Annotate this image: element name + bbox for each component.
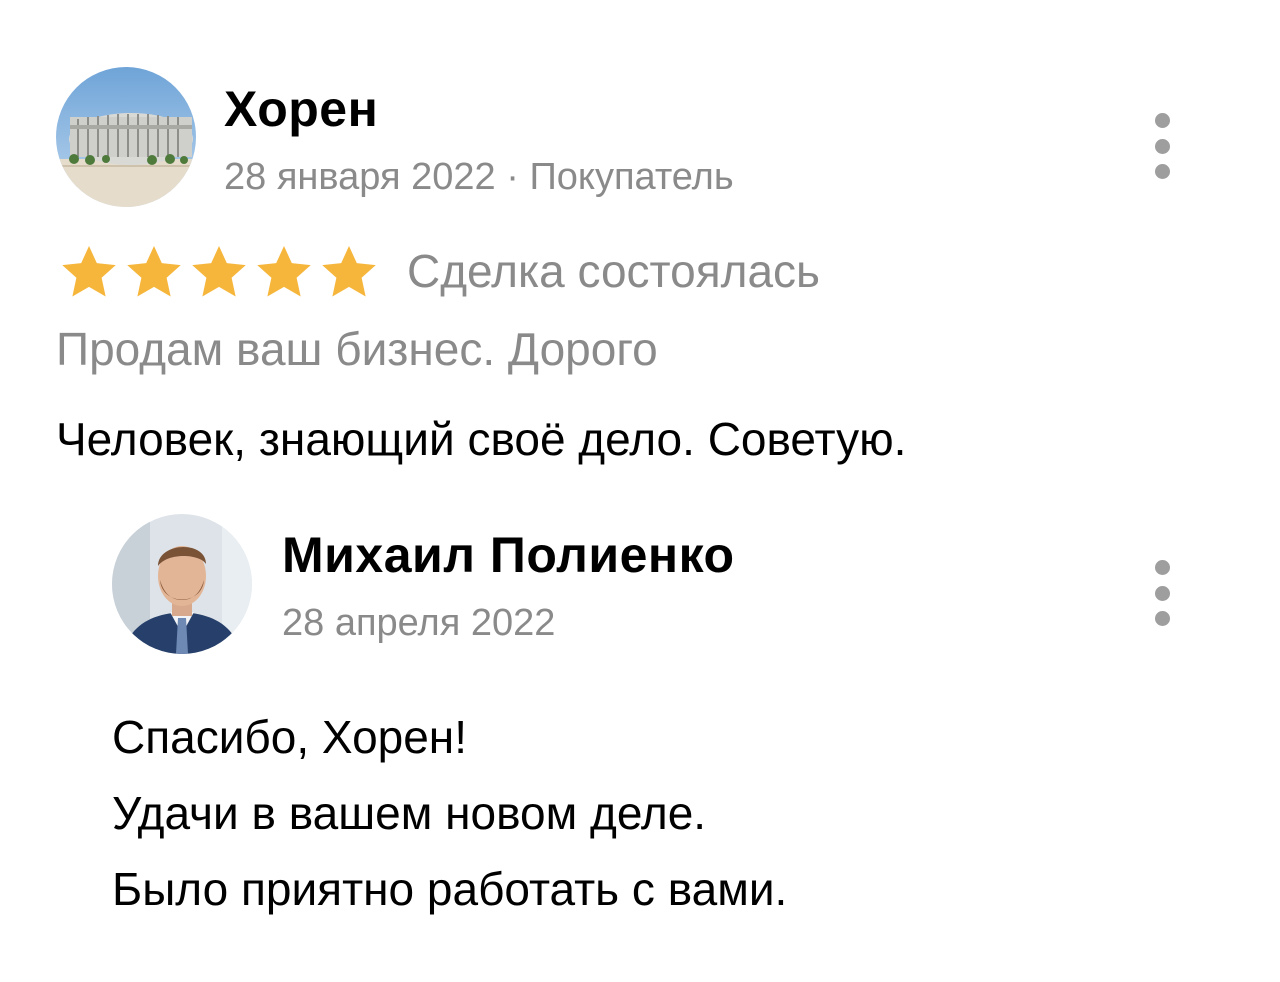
deal-status: Сделка состоялась <box>407 245 820 297</box>
more-vertical-icon-dot <box>1154 164 1170 179</box>
stadium-photo <box>56 67 196 207</box>
reply-more-button[interactable] <box>1142 560 1182 626</box>
review-date: 28 января 2022 <box>224 156 496 198</box>
reviewer-avatar[interactable] <box>56 67 196 207</box>
more-vertical-icon <box>1154 560 1170 575</box>
reviewer-name[interactable]: Хорен <box>224 80 378 138</box>
star-icon <box>318 244 380 302</box>
more-vertical-icon <box>1154 113 1170 128</box>
review-text: Человек, знающий своё дело. Советую. <box>56 413 907 465</box>
star-icon <box>188 244 250 302</box>
reply-text-line: Было приятно работать с вами. <box>112 863 788 915</box>
reply-text-line: Удачи в вашем новом деле. <box>112 787 707 839</box>
reply-date: 28 апреля 2022 <box>282 602 556 644</box>
more-vertical-icon-dot <box>1154 585 1170 601</box>
review-meta: 28 января 2022 · Покупатель <box>224 155 734 199</box>
listing-title[interactable]: Продам ваш бизнес. Дорого <box>56 322 658 376</box>
star-icon <box>253 244 315 302</box>
replier-avatar[interactable] <box>112 514 252 654</box>
review-more-button[interactable] <box>1142 113 1182 179</box>
star-icon <box>123 244 185 302</box>
review-card: Хорен 28 января 2022 · Покупатель Сделка… <box>0 0 1280 982</box>
portrait-photo <box>112 514 252 654</box>
reply-text-line: Спасибо, Хорен! <box>112 711 467 763</box>
replier-name[interactable]: Михаил Полиенко <box>282 526 735 584</box>
meta-separator: · <box>495 156 530 198</box>
reviewer-role: Покупатель <box>529 156 734 198</box>
more-vertical-icon-dot <box>1154 611 1170 626</box>
more-vertical-icon-dot <box>1154 138 1170 154</box>
rating-stars <box>58 244 380 302</box>
star-icon <box>58 244 120 302</box>
